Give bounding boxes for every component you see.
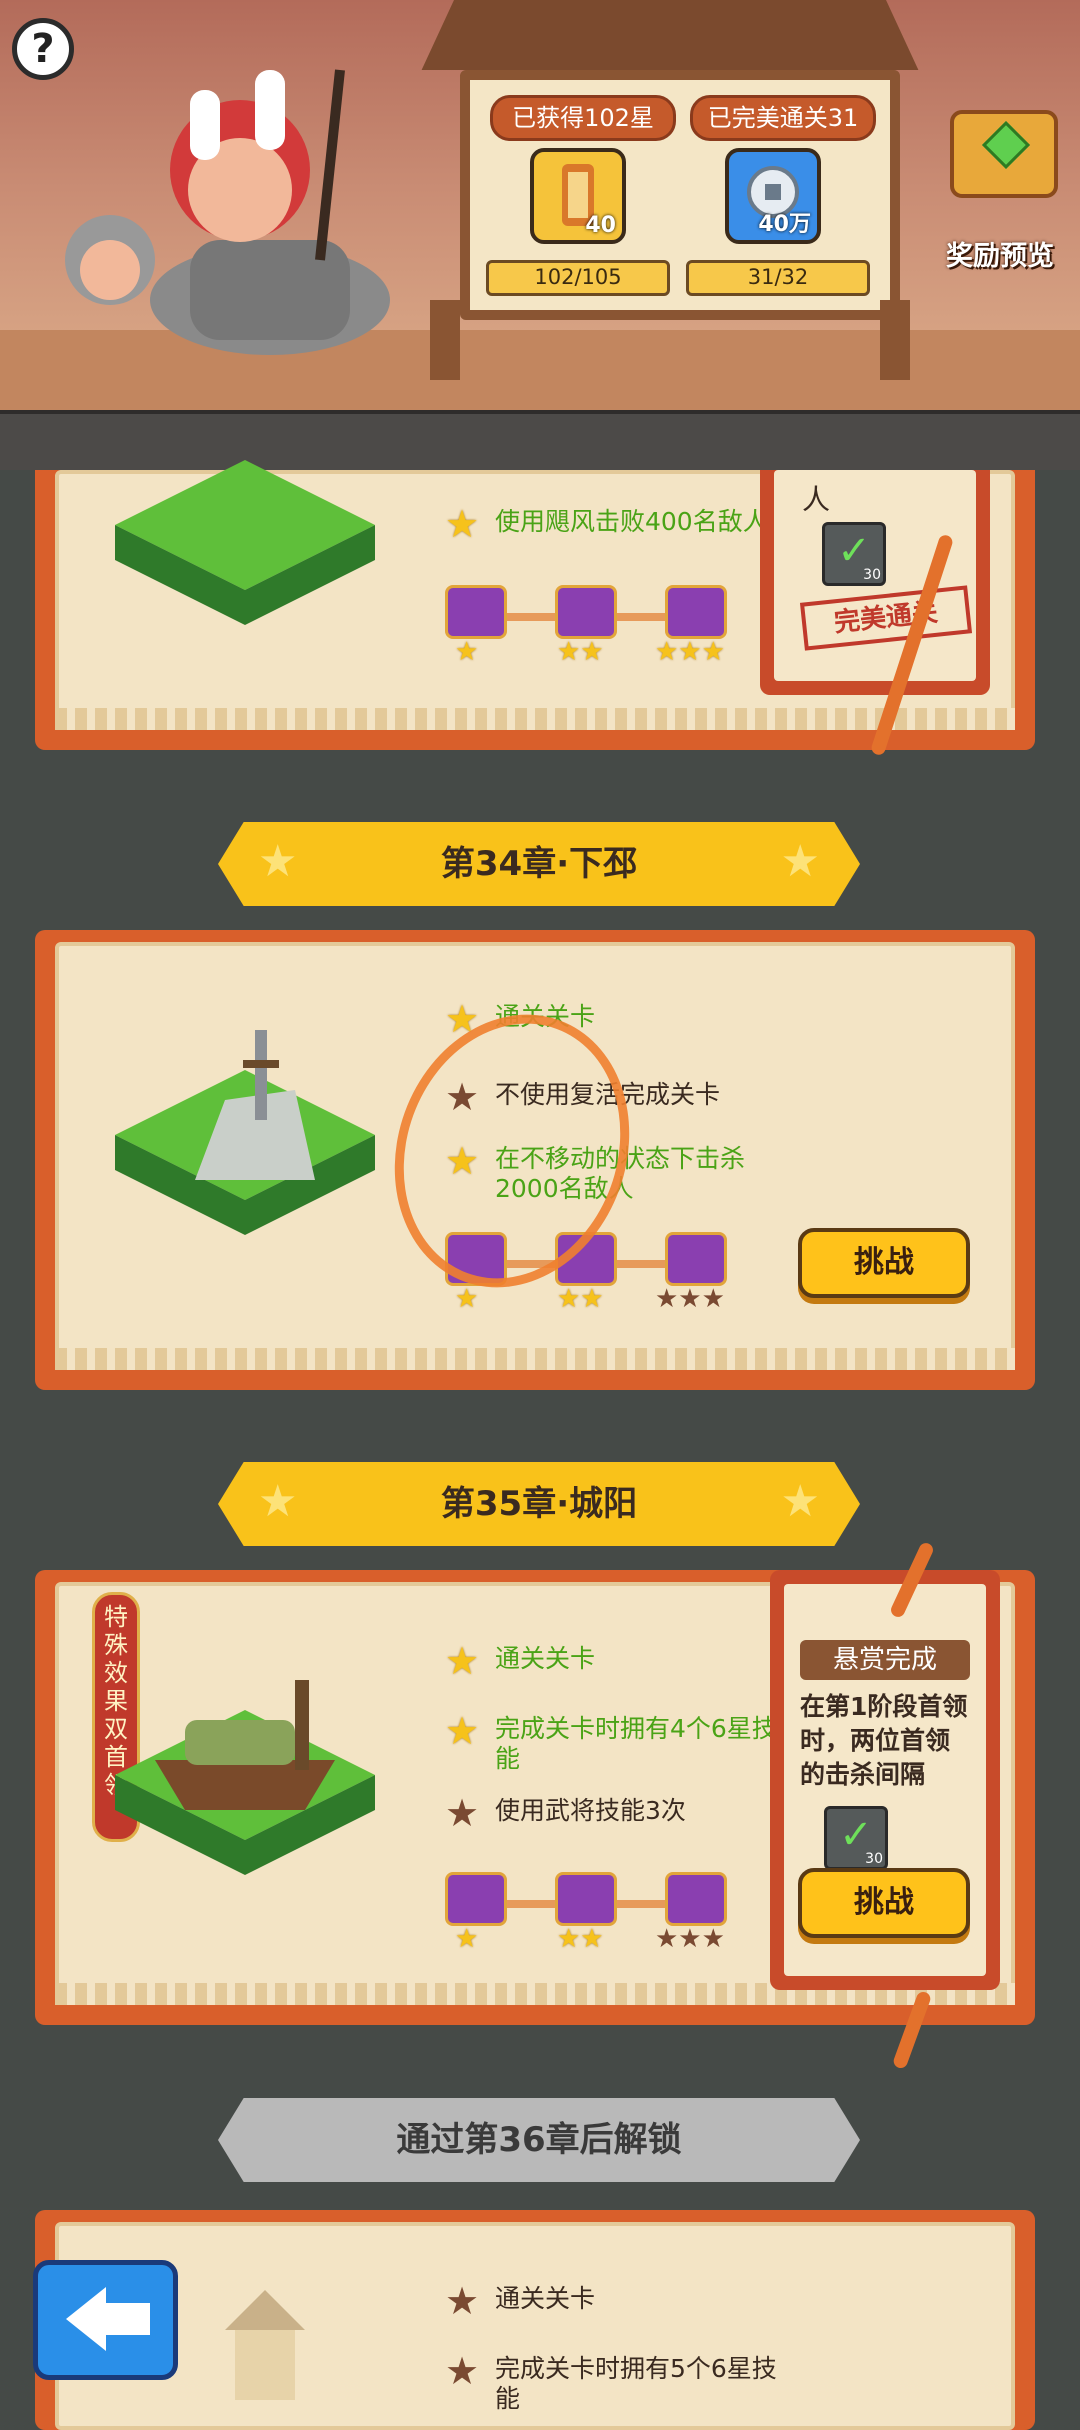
board-roof [421, 0, 919, 70]
chest-icon[interactable] [555, 1872, 617, 1926]
card-fret-border [55, 1348, 1015, 1370]
star-icon: ★★ [557, 1924, 604, 1954]
star-icon: ★★★ [655, 637, 725, 667]
back-arrow-shaft [102, 2303, 150, 2335]
star-icon: ★ [455, 1284, 479, 1314]
chapter-33-bounty-panel: 人 ✓ 30 完美通关 [760, 470, 990, 695]
chest-icon[interactable] [665, 1872, 727, 1926]
task-text: 使用飓风击败400名敌人 [495, 507, 768, 536]
coin-reward-count: 40万 [758, 212, 811, 237]
chapter-36-locked-banner: 通过第36章后解锁 [218, 2098, 860, 2182]
chest-icon[interactable] [445, 1872, 507, 1926]
star-empty-icon: ★★★ [655, 1924, 725, 1954]
star-empty-icon: ★ [445, 2349, 480, 2393]
check-reward-icon[interactable]: ✓ 30 [822, 522, 886, 586]
check-reward-icon[interactable]: ✓ 30 [824, 1806, 888, 1870]
reward-preview-button[interactable]: 奖励预览 [925, 110, 1075, 280]
star-icon: ★ [780, 836, 820, 887]
card-fret-border [55, 708, 1015, 730]
star-icon: ★ [455, 1924, 479, 1954]
bounty-description: 在第1阶段首领时，两位首领的击杀间隔 [800, 1692, 968, 1789]
back-arrow-icon [66, 2287, 106, 2351]
chest-icon[interactable] [555, 585, 617, 639]
board-leg-right [880, 300, 910, 380]
stars-earned-label: 已获得102星 [490, 95, 676, 141]
chapter-35-banner: ★ 第35章·城阳 ★ [218, 1462, 860, 1546]
star-icon: ★ [445, 1639, 480, 1683]
star-empty-icon: ★★★ [655, 1284, 725, 1314]
task-text: 通关关卡 [495, 1644, 596, 1673]
star-icon: ★ [455, 637, 479, 667]
sword-in-stone-icon [195, 1030, 315, 1180]
chest-icon[interactable] [445, 585, 507, 639]
star-empty-icon: ★ [445, 2279, 480, 2323]
bounty-complete-label: 悬赏完成 [800, 1640, 970, 1680]
chapter-34-island [95, 1010, 395, 1260]
boat-icon [155, 1680, 335, 1810]
chapter-35-title: 第35章·城阳 [440, 1484, 638, 1524]
task-text: 完成关卡时拥有5个6星技能 [495, 2354, 777, 2413]
star-icon: ★ [445, 1709, 480, 1753]
coin-reward-item[interactable]: 40万 [725, 148, 821, 244]
chest-icon[interactable] [665, 1232, 727, 1286]
chapter-34-banner: ★ 第34章·下邳 ★ [218, 822, 860, 906]
chest-icon[interactable] [665, 585, 727, 639]
reward-preview-label: 奖励预览 [946, 241, 1054, 272]
back-button[interactable] [33, 2260, 178, 2380]
challenge-button[interactable]: 挑战 [798, 1868, 970, 1938]
star-empty-icon: ★ [445, 1791, 480, 1835]
chapter-33-chest-row: ★ ★★ ★★★ [445, 585, 735, 675]
tower-icon [225, 2290, 305, 2400]
star-reward-item[interactable]: 40 [530, 148, 626, 244]
star-icon: ★★ [557, 1284, 604, 1314]
check-count: 30 [865, 1851, 883, 1867]
perfect-progress-bar: 31/32 [686, 260, 870, 296]
treasure-chest-icon [950, 110, 1058, 198]
task-text: 使用武将技能3次 [495, 1796, 686, 1825]
chapter-35-island [95, 1650, 395, 1900]
challenge-button[interactable]: 挑战 [798, 1228, 970, 1298]
chapter-34-title: 第34章·下邳 [440, 844, 638, 884]
task-text: 通关关卡 [495, 2284, 596, 2313]
star-reward-count: 40 [585, 213, 616, 238]
chapter-35-chest-row: ★ ★★ ★★★ [445, 1872, 735, 1962]
check-count: 30 [863, 567, 881, 583]
star-icon: ★ [780, 1476, 820, 1527]
hero-characters-illustration [65, 69, 390, 355]
star-icon: ★ [445, 502, 480, 546]
task-text: 完成关卡时拥有4个6星技能 [495, 1714, 777, 1773]
perfect-clear-label: 已完美通关31 [690, 95, 876, 141]
star-icon: ★★ [557, 637, 604, 667]
chapter-33-island [95, 440, 395, 640]
board-leg-left [430, 300, 460, 380]
star-progress-bar: 102/105 [486, 260, 670, 296]
chapter-36-locked-title: 通过第36章后解锁 [396, 2120, 682, 2160]
reward-board: 已获得102星 已完美通关31 40 40万 102/105 31/32 [420, 0, 920, 380]
bounty-text: 人 [802, 483, 831, 516]
